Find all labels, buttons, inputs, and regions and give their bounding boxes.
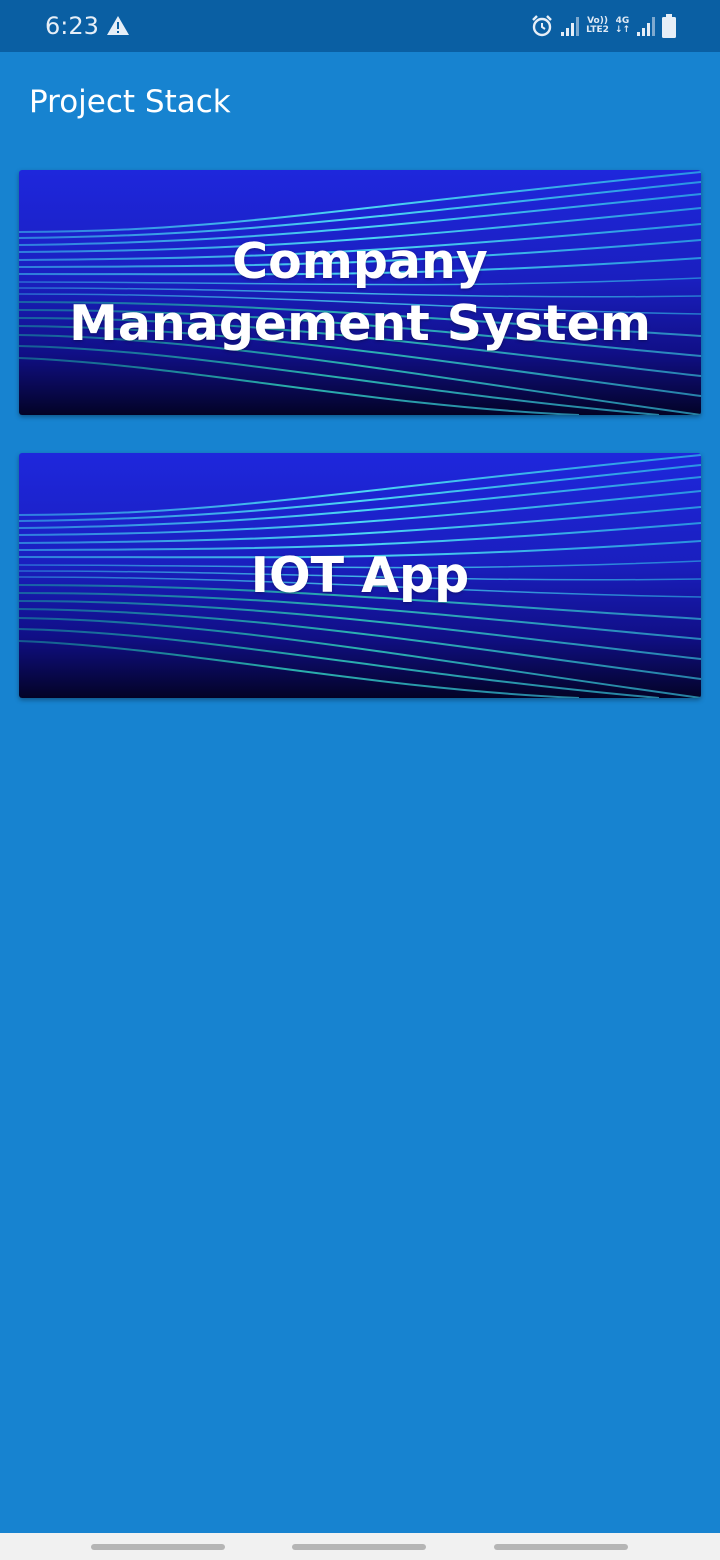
battery-icon bbox=[662, 14, 676, 38]
4g-data-icon: 4G ↓↑ bbox=[615, 17, 630, 35]
recents-gesture-handle[interactable] bbox=[91, 1544, 225, 1550]
warning-icon bbox=[107, 16, 129, 35]
signal-icon bbox=[561, 17, 580, 36]
project-card-label: Company Management System bbox=[69, 232, 651, 352]
alarm-icon bbox=[532, 15, 552, 37]
app-title: Project Stack bbox=[29, 84, 231, 120]
signal-icon bbox=[637, 17, 655, 36]
data-arrows-icon: ↓↑ bbox=[614, 25, 630, 35]
lte2-label: LTE2 bbox=[586, 25, 609, 35]
status-time: 6:23 bbox=[45, 12, 99, 40]
back-gesture-handle[interactable] bbox=[494, 1544, 628, 1550]
volte-lte2-icon: Vo)) LTE2 bbox=[586, 17, 609, 35]
project-card-company-management[interactable]: Company Management System bbox=[19, 170, 701, 415]
project-card-iot-app[interactable]: IOT App bbox=[19, 453, 701, 698]
gesture-navigation-bar bbox=[0, 1533, 720, 1560]
status-icons: Vo)) LTE2 4G ↓↑ bbox=[530, 12, 676, 40]
project-card-label: IOT App bbox=[250, 546, 470, 604]
home-gesture-handle[interactable] bbox=[292, 1544, 426, 1550]
status-bar: 6:23 Vo)) LTE2 4G ↓↑ bbox=[0, 0, 720, 52]
